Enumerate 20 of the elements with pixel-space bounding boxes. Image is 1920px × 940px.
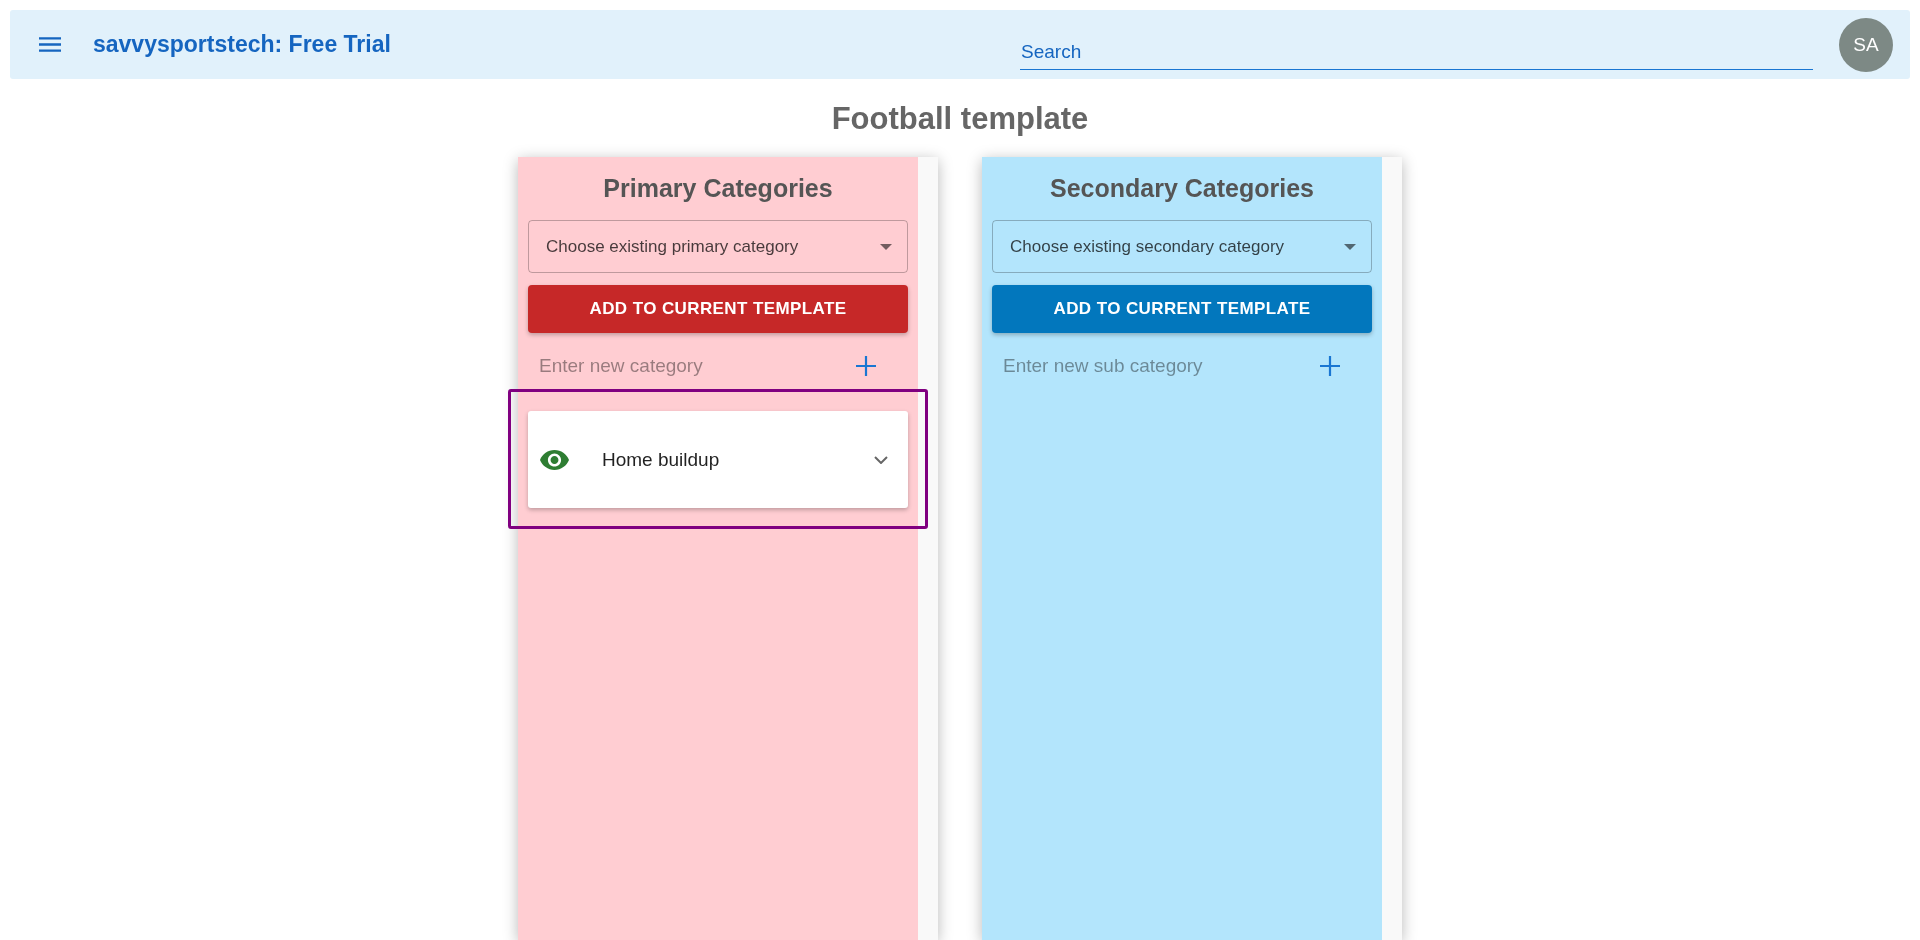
- avatar[interactable]: SA: [1839, 17, 1893, 72]
- new-category-input[interactable]: Enter new category: [528, 346, 809, 386]
- item-label: Home buildup: [602, 448, 721, 471]
- category-dropdown[interactable]: Choose existing primary category: [528, 220, 908, 273]
- page-title: Football template: [831, 101, 1089, 137]
- plus-icon[interactable]: [856, 356, 876, 376]
- add-button[interactable]: ADD TO CURRENT TEMPLATE: [992, 285, 1372, 333]
- category-dropdown[interactable]: Choose existing secondary category: [992, 220, 1372, 273]
- new-category-input[interactable]: Enter new sub category: [992, 346, 1273, 386]
- search-field[interactable]: Search: [1020, 31, 1813, 70]
- app-title: savvysportstech: Free Trial: [93, 31, 391, 58]
- menu-icon[interactable]: [39, 37, 61, 52]
- caret-icon: [1344, 243, 1356, 250]
- plus-icon[interactable]: [1320, 356, 1340, 376]
- eye-icon[interactable]: [540, 449, 569, 470]
- category-item[interactable]: Home buildup: [528, 411, 908, 508]
- caret-icon: [880, 243, 892, 250]
- panel-title: Secondary Categories: [1050, 173, 1314, 204]
- add-button[interactable]: ADD TO CURRENT TEMPLATE: [528, 285, 908, 333]
- panel-title: Primary Categories: [603, 173, 833, 204]
